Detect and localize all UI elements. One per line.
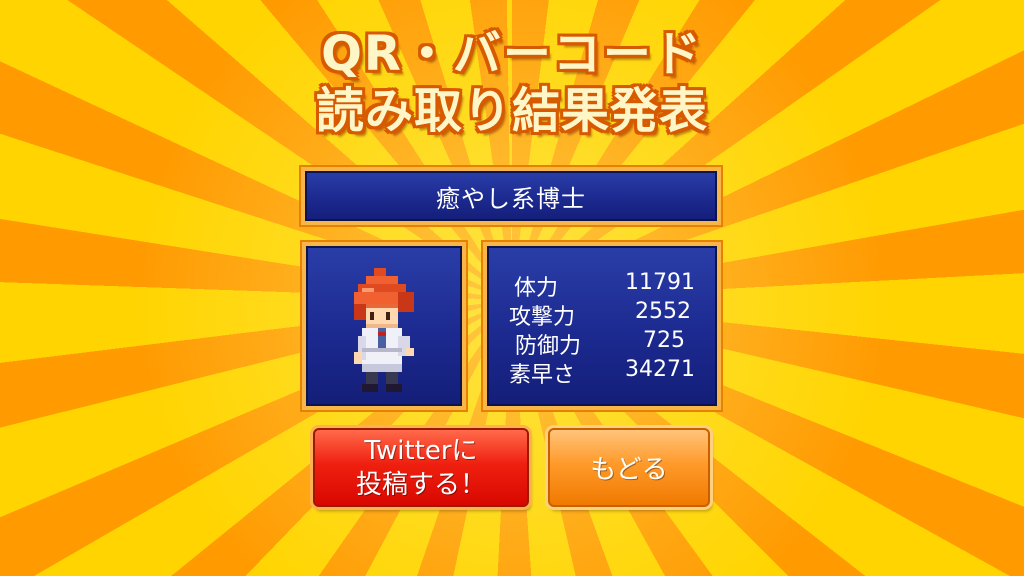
stat-label: 体力 — [513, 276, 558, 301]
stat-label: 攻撃力 — [508, 305, 575, 330]
stat-row-speed: 素早さ 34271 — [487, 357, 717, 388]
back-button[interactable]: もどる — [548, 428, 710, 507]
character-portrait-panel — [300, 240, 468, 412]
stat-row-attack: 攻撃力 2552 — [487, 299, 717, 330]
stat-row-hp: 体力 11791 — [487, 270, 717, 301]
back-button-label: もどる — [590, 455, 668, 485]
stat-value: 2552 — [635, 299, 691, 324]
title-line-2: 読み取り結果発表 — [315, 83, 708, 139]
character-name-panel: 癒やし系博士 — [299, 165, 723, 227]
post-to-twitter-button[interactable]: Twitterに 投稿する！ — [313, 428, 529, 507]
post-to-twitter-label: Twitterに 投稿する！ — [356, 434, 486, 502]
stat-row-defense: 防御力 725 — [487, 328, 717, 359]
post-to-twitter-label-line-1: Twitterに — [364, 435, 478, 466]
stat-label: 防御力 — [514, 334, 581, 359]
post-to-twitter-label-line-2: 投稿する！ — [355, 469, 486, 500]
character-name: 癒やし系博士 — [436, 184, 586, 213]
stat-value: 11791 — [625, 270, 695, 295]
stat-value: 725 — [643, 328, 685, 353]
stat-label: 素早さ — [508, 363, 575, 388]
page-title: QR・バーコード 読み取り結果発表 — [0, 26, 1024, 140]
stats-panel: 体力 11791 攻撃力 2552 防御力 725 素早さ 34271 — [481, 240, 723, 412]
character-sprite — [354, 268, 414, 392]
stat-value: 34271 — [625, 357, 695, 382]
title-line-1: QR・バーコード — [321, 26, 703, 82]
